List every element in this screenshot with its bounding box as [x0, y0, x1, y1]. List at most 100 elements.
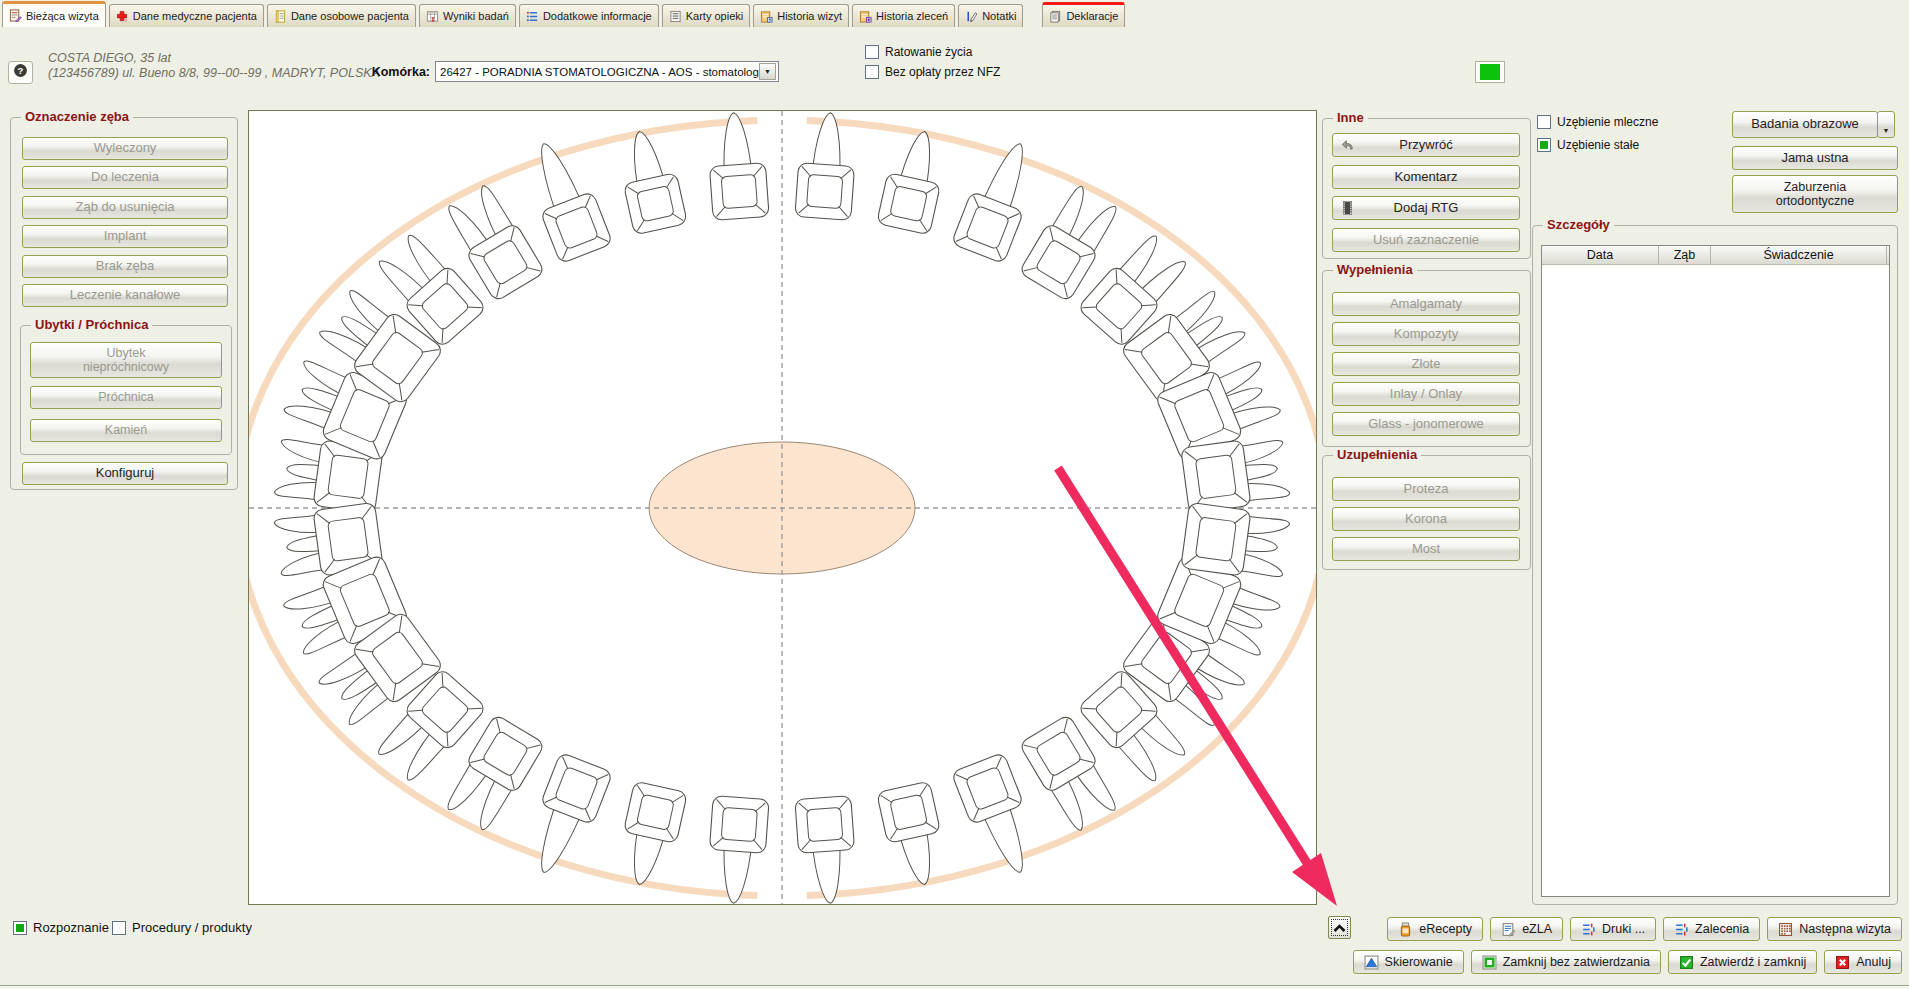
diagnosis-checkbox-label: Rozpoznanie — [33, 920, 109, 935]
tooth[interactable] — [613, 781, 687, 890]
button-label: Kompozyty — [1394, 327, 1458, 342]
imaging-dropdown-button[interactable]: ▼ — [1877, 111, 1895, 138]
komentarz-button[interactable]: Komentarz — [1332, 165, 1520, 189]
glass-jonomerowe-button[interactable]: Glass - jonomerowe — [1332, 412, 1520, 436]
milk-dentition-checkbox[interactable]: Uzębienie mleczne — [1537, 115, 1658, 129]
svg-text:?: ? — [18, 65, 24, 76]
usuń-zaznaczenie-button[interactable]: Usuń zaznaczenie — [1332, 228, 1520, 252]
button-label: Ząb do usunięcia — [75, 200, 174, 215]
ezla-button[interactable]: eZLA — [1490, 917, 1563, 941]
kamień-button[interactable]: Kamień — [30, 419, 222, 442]
tooth[interactable] — [877, 781, 951, 890]
wyleczony-button[interactable]: Wyleczony — [22, 137, 228, 160]
skierowanie-button[interactable]: Skierowanie — [1353, 950, 1464, 974]
checkbox-box[interactable] — [13, 921, 27, 935]
imaging-button[interactable]: Badania obrazowe — [1732, 111, 1878, 138]
tooth[interactable] — [877, 126, 951, 235]
tooth[interactable] — [795, 111, 858, 220]
tooth[interactable] — [706, 111, 769, 220]
clinic-combobox[interactable]: 26427 - PORADNIA STOMATOLOGICZNA - AOS -… — [435, 61, 779, 82]
details-table[interactable]: DataZąbŚwiadczenie — [1541, 245, 1890, 897]
zalecenia-button[interactable]: Zalecenia — [1663, 917, 1760, 941]
konfiguruj-button[interactable]: Konfiguruj — [22, 462, 228, 485]
ubytek-niepróchnicowy-button[interactable]: Ubytek niepróchnicowy — [30, 342, 222, 378]
tooth[interactable] — [1181, 502, 1291, 581]
inlay-onlay-button[interactable]: Inlay / Onlay — [1332, 382, 1520, 406]
checkbox-box[interactable] — [1537, 138, 1551, 152]
próchnica-button[interactable]: Próchnica — [30, 386, 222, 409]
permanent-dentition-checkbox[interactable]: Uzębienie stałe — [1537, 138, 1639, 152]
button-label: Złote — [1412, 357, 1441, 372]
visit-history-icon — [760, 10, 773, 23]
button-label: Kamień — [105, 423, 147, 437]
tab-label: Historia wizyt — [777, 10, 842, 22]
button-label: Próchnica — [98, 390, 154, 404]
tab-dodatkowe-informacje[interactable]: Dodatkowe informacje — [519, 4, 659, 27]
tab-label: Dane osobowe pacjenta — [291, 10, 409, 22]
button-label: Implant — [104, 229, 147, 244]
anuluj-button[interactable]: Anuluj — [1824, 950, 1902, 974]
combo-down-arrow-icon[interactable]: ▼ — [759, 63, 776, 80]
diagnosis-checkbox[interactable]: Rozpoznanie — [13, 920, 109, 935]
column-header-ząb[interactable]: Ząb — [1659, 246, 1711, 264]
nfz-checkbox[interactable]: Bez opłaty przez NFZ — [865, 65, 1000, 79]
rescue-checkbox-label: Ratowanie życia — [885, 45, 972, 59]
oral-cavity-button[interactable]: Jama ustna — [1732, 146, 1898, 170]
column-header-data[interactable]: Data — [1542, 246, 1659, 264]
implant-button[interactable]: Implant — [22, 225, 228, 248]
dental-chart-canvas[interactable] — [248, 110, 1317, 905]
ortho-disorders-button[interactable]: Zaburzenia ortodontyczne — [1732, 175, 1898, 213]
następna-wizyta-button[interactable]: Następna wizyta — [1767, 917, 1902, 941]
tab-karty-opieki[interactable]: Karty opieki — [662, 4, 750, 27]
button-label: Konfiguruj — [96, 466, 155, 481]
rescue-checkbox[interactable]: Ratowanie życia — [865, 45, 972, 59]
panel-title: Inne — [1333, 110, 1368, 125]
tab-wyniki-badań[interactable]: Wyniki badań — [419, 4, 516, 27]
procedures-checkbox[interactable]: Procedury / produkty — [112, 920, 252, 935]
checkbox-box[interactable] — [865, 65, 879, 79]
button-label: Następna wizyta — [1799, 922, 1891, 936]
przywróć-button[interactable]: Przywróć — [1332, 133, 1520, 157]
tooth[interactable] — [795, 796, 858, 904]
calendar-icon — [1778, 922, 1793, 937]
checkbox-box[interactable] — [865, 45, 879, 59]
tab-dane-medyczne-pacjenta[interactable]: Dane medyczne pacjenta — [109, 4, 264, 27]
erecepty-button[interactable]: eRecepty — [1387, 917, 1483, 941]
checkbox-box[interactable] — [112, 921, 126, 935]
kompozyty-button[interactable]: Kompozyty — [1332, 322, 1520, 346]
most-button[interactable]: Most — [1332, 537, 1520, 561]
help-button[interactable]: ? — [8, 61, 33, 84]
korona-button[interactable]: Korona — [1332, 507, 1520, 531]
tab-bieżąca-wizyta[interactable]: Bieżąca wizyta — [2, 1, 106, 27]
collapse-button[interactable] — [1328, 916, 1351, 939]
tab-notatki[interactable]: Notatki — [958, 4, 1023, 27]
zatwierdź-i-zamknij-button[interactable]: Zatwierdź i zamknij — [1668, 950, 1817, 974]
druki-button[interactable]: Druki ... — [1570, 917, 1656, 941]
tab-dane-osobowe-pacjenta[interactable]: Dane osobowe pacjenta — [267, 4, 416, 27]
brak-zęba-button[interactable]: Brak zęba — [22, 255, 228, 278]
actions-row-1: eRecepty eZLA Druki ... Zalecenia Następna w… — [1387, 917, 1902, 941]
ortho-disorders-button-label: Zaburzenia ortodontyczne — [1755, 180, 1875, 209]
leczenie-kanałowe-button[interactable]: Leczenie kanałowe — [22, 284, 228, 307]
do-leczenia-button[interactable]: Do leczenia — [22, 166, 228, 189]
tab-label: Karty opieki — [686, 10, 743, 22]
tooth[interactable] — [706, 796, 769, 904]
checkbox-box[interactable] — [1537, 115, 1551, 129]
tab-deklaracje[interactable]: Deklaracje — [1042, 2, 1125, 27]
button-label: Komentarz — [1395, 170, 1458, 185]
pill-bottle-icon — [1398, 922, 1413, 937]
złote-button[interactable]: Złote — [1332, 352, 1520, 376]
help-icon: ? — [13, 63, 28, 82]
proteza-button[interactable]: Proteza — [1332, 477, 1520, 501]
amalgamaty-button[interactable]: Amalgamaty — [1332, 292, 1520, 316]
clinic-combobox-value: 26427 - PORADNIA STOMATOLOGICZNA - AOS -… — [440, 66, 759, 78]
column-header-świadczenie[interactable]: Świadczenie — [1711, 246, 1887, 264]
ząb-do-usunięcia-button[interactable]: Ząb do usunięcia — [22, 196, 228, 219]
tooth[interactable] — [1181, 435, 1291, 514]
tab-historia-zleceń[interactable]: Historia zleceń — [852, 4, 955, 27]
tooth[interactable] — [613, 126, 687, 235]
zamknij-bez-zatwierdzania-button[interactable]: Zamknij bez zatwierdzania — [1471, 950, 1661, 974]
dodaj-rtg-button[interactable]: Dodaj RTG — [1332, 196, 1520, 220]
tab-historia-wizyt[interactable]: Historia wizyt — [753, 4, 849, 27]
notes-icon — [965, 10, 978, 23]
